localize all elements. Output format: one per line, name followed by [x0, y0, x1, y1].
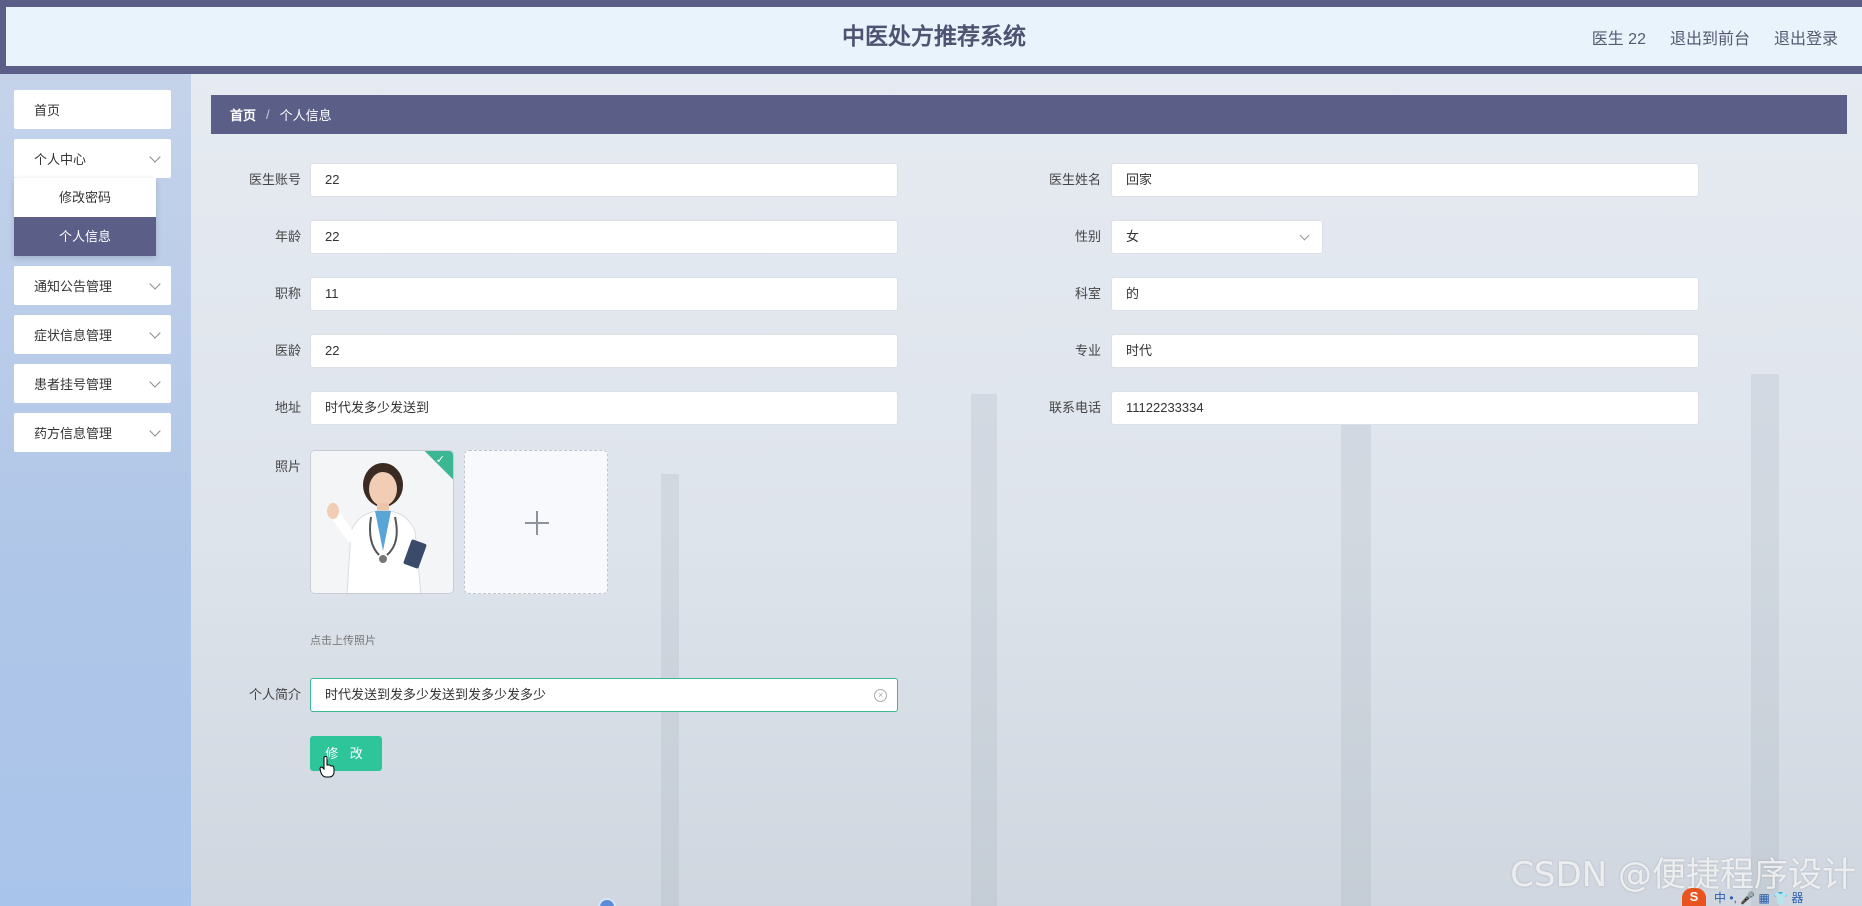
name-label: 医生姓名 — [1048, 172, 1101, 187]
sidebar-item-symptom-management[interactable]: 症状信息管理 — [14, 315, 171, 354]
submenu-item-change-password[interactable]: 修改密码 — [14, 178, 156, 217]
upload-photo-button[interactable] — [464, 450, 608, 594]
sidebar-item-label: 通知公告管理 — [34, 279, 113, 294]
title-label: 职称 — [274, 286, 301, 301]
address-field[interactable]: 时代发多少发送到 — [310, 391, 898, 425]
years-label: 医龄 — [274, 343, 301, 358]
account-label: 医生账号 — [248, 172, 301, 187]
account-field[interactable]: 22 — [310, 163, 898, 197]
sidebar-item-label: 首页 — [34, 103, 61, 118]
ime-status-icons: 中 •, 🎤 ▦ 👕 器 — [1714, 891, 1804, 905]
plus-icon — [536, 511, 538, 535]
sidebar-item-prescription-management[interactable]: 药方信息管理 — [14, 413, 171, 452]
back-to-front-link[interactable]: 退出到前台 — [1670, 25, 1750, 49]
background-decoration — [1341, 404, 1371, 906]
check-icon: ✓ — [435, 454, 445, 466]
intro-text: 时代发送到发多少发送到发多少发多少 — [325, 687, 547, 702]
current-user[interactable]: 医生 22 — [1592, 25, 1646, 49]
sidebar-item-label: 药方信息管理 — [34, 426, 113, 441]
main-content: 首页 / 个人信息 医生账号 22 医生姓名 回家 年龄 22 性别 女 职称 … — [191, 74, 1862, 906]
clear-icon[interactable]: × — [874, 689, 887, 702]
photo-label: 照片 — [274, 459, 301, 474]
department-field[interactable]: 的 — [1111, 277, 1699, 311]
sidebar: 首页 个人中心 修改密码 个人信息 通知公告管理 症状信息管理 患者挂号管理 药… — [0, 74, 191, 906]
phone-field[interactable]: 11122233334 — [1111, 391, 1699, 425]
doctor-photo[interactable]: ✓ — [310, 450, 454, 594]
sidebar-item-label: 症状信息管理 — [34, 328, 113, 343]
background-decoration — [971, 394, 997, 906]
age-label: 年龄 — [274, 229, 301, 244]
years-field[interactable]: 22 — [310, 334, 898, 368]
intro-field[interactable]: 时代发送到发多少发送到发多少发多少 × — [310, 678, 898, 712]
major-field[interactable]: 时代 — [1111, 334, 1699, 368]
background-decoration — [1751, 374, 1779, 906]
app-title: 中医处方推荐系统 — [842, 23, 1026, 49]
phone-label: 联系电话 — [1048, 400, 1101, 415]
sidebar-item-notice-management[interactable]: 通知公告管理 — [14, 266, 171, 305]
address-label: 地址 — [274, 400, 301, 415]
breadcrumb: 首页 / 个人信息 — [211, 95, 1847, 134]
ime-toolbar: S 中 •, 🎤 ▦ 👕 器 — [1682, 888, 1862, 906]
gender-select[interactable]: 女 — [1111, 220, 1323, 254]
sogou-ime-icon[interactable]: S — [1682, 888, 1706, 906]
floating-dot — [598, 898, 616, 906]
chevron-down-icon — [1299, 230, 1310, 241]
title-field[interactable]: 11 — [310, 277, 898, 311]
sidebar-item-home[interactable]: 首页 — [14, 90, 171, 129]
gender-label: 性别 — [1074, 229, 1101, 244]
chevron-down-icon — [149, 150, 161, 163]
major-label: 专业 — [1074, 343, 1101, 358]
sidebar-item-registration-management[interactable]: 患者挂号管理 — [14, 364, 171, 403]
chevron-down-icon — [149, 424, 161, 437]
watermark: CSDN @便捷程序设计 — [1510, 855, 1856, 895]
age-field[interactable]: 22 — [310, 220, 898, 254]
breadcrumb-separator: / — [266, 107, 270, 122]
doctor-photo-image — [311, 451, 453, 593]
intro-label: 个人简介 — [248, 687, 301, 702]
breadcrumb-home[interactable]: 首页 — [230, 105, 256, 124]
chevron-down-icon — [149, 277, 161, 290]
submenu-personal-center: 修改密码 个人信息 — [14, 178, 156, 256]
header: 中医处方推荐系统 医生 22 退出到前台 退出登录 — [6, 7, 1862, 66]
sidebar-item-label: 患者挂号管理 — [34, 377, 113, 392]
breadcrumb-current: 个人信息 — [279, 108, 332, 123]
upload-hint: 点击上传照片 — [310, 635, 376, 647]
header-actions: 医生 22 退出到前台 退出登录 — [1592, 7, 1838, 66]
name-field[interactable]: 回家 — [1111, 163, 1699, 197]
chevron-down-icon — [149, 375, 161, 388]
department-label: 科室 — [1074, 286, 1101, 301]
sidebar-item-label: 个人中心 — [34, 152, 87, 167]
logout-link[interactable]: 退出登录 — [1774, 25, 1838, 49]
submenu-item-personal-info[interactable]: 个人信息 — [14, 217, 156, 256]
chevron-down-icon — [149, 326, 161, 339]
sidebar-item-personal-center[interactable]: 个人中心 — [14, 139, 171, 178]
gender-selected-value: 女 — [1126, 229, 1140, 244]
hand-cursor-icon — [319, 756, 335, 778]
